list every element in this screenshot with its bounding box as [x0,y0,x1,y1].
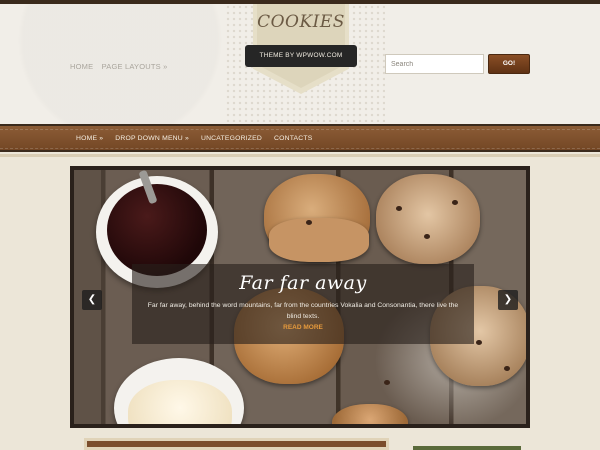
slide-scone [376,174,480,264]
main-nav: HOME » DROP DOWN MENU » UNCATEGORIZED CO… [0,124,600,152]
search-go-button[interactable]: GO! [488,54,530,74]
slide-raisin [476,340,482,345]
main-nav-item-drop-down-menu[interactable]: DROP DOWN MENU » [115,135,189,142]
slide-read-more-link[interactable]: READ MORE [132,324,474,331]
top-nav: HOME PAGE LAYOUTS » [70,62,174,71]
nav-underline [0,154,600,157]
slide-title: Far far away [239,272,367,294]
slide-raisin [384,380,390,385]
top-nav-item-page-layouts[interactable]: PAGE LAYOUTS » [102,62,168,71]
slide-raisin [504,366,510,371]
slide-raisin [306,220,312,225]
site-tagline: THEME BY WPWOW.COM [245,45,357,67]
slide-scone [269,218,369,262]
slide-text: Far far away, behind the word mountains,… [147,302,459,320]
slide-cream [128,380,232,424]
sidebar-box-top [413,446,521,450]
slide-raisin [424,234,430,239]
main-nav-list: HOME » DROP DOWN MENU » UNCATEGORIZED CO… [76,135,324,142]
chevron-left-icon: ❮ [87,294,97,305]
slide-raisin [452,200,458,205]
slide-caption: Far far away Far far away, behind the wo… [132,264,474,344]
main-nav-item-home[interactable]: HOME » [76,135,103,142]
slide-raisin [396,206,402,211]
content-box-top [84,438,389,450]
search-input[interactable] [385,54,484,74]
slide-jam [107,184,207,276]
slider-prev-button[interactable]: ❮ [82,290,102,310]
main-nav-item-uncategorized[interactable]: UNCATEGORIZED [201,135,262,142]
featured-slider[interactable]: Far far away Far far away, behind the wo… [70,166,530,428]
site-title[interactable]: COOKIES [253,12,349,32]
top-nav-item-home[interactable]: HOME [70,62,93,71]
slider-next-button[interactable]: ❯ [498,290,518,310]
main-nav-item-contacts[interactable]: CONTACTS [274,135,312,142]
chevron-right-icon: ❯ [503,294,513,305]
